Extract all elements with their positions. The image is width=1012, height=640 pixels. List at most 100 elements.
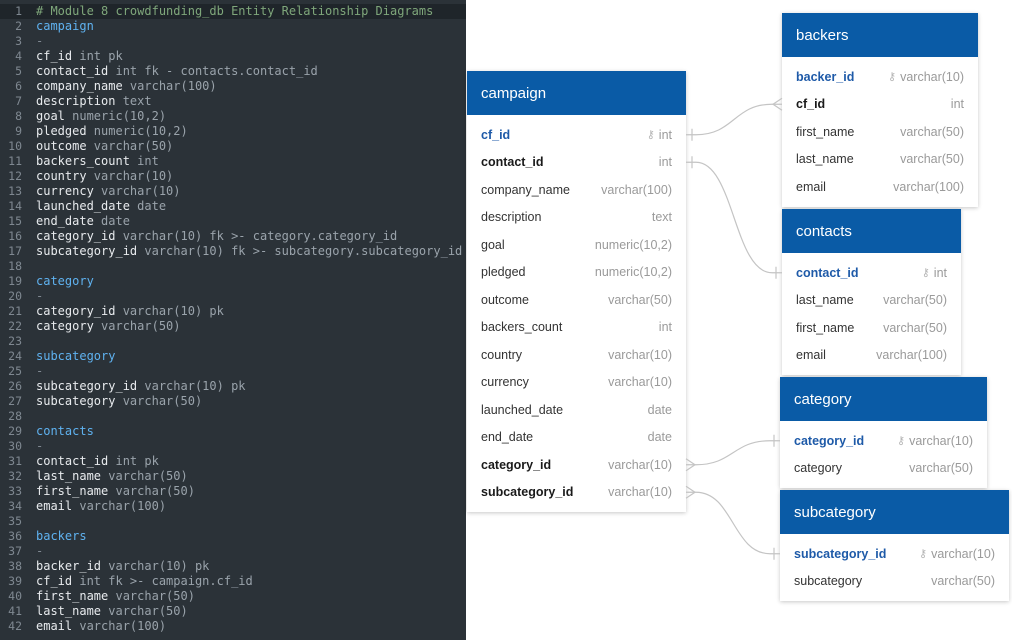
table-row[interactable]: contact_id ⚷ int [782, 259, 961, 287]
code-line[interactable]: 8 goal numeric(10,2) [0, 109, 466, 124]
table-row[interactable]: last_name varchar(50) [782, 287, 961, 315]
table-row[interactable]: country varchar(10) [467, 341, 686, 369]
column-type-value: varchar(50) [931, 574, 995, 589]
table-backers[interactable]: backers backer_id ⚷ varchar(10) cf_id int firs… [782, 13, 978, 207]
code-line[interactable]: 25- [0, 364, 466, 379]
code-line[interactable]: 40 first_name varchar(50) [0, 589, 466, 604]
code-line[interactable]: 16 category_id varchar(10) fk >- category… [0, 229, 466, 244]
code-line[interactable]: 18 [0, 259, 466, 274]
code-text: outcome varchar(50) [36, 139, 173, 154]
table-row[interactable]: pledged numeric(10,2) [467, 259, 686, 287]
code-line[interactable]: 12 country varchar(10) [0, 169, 466, 184]
code-line[interactable]: 27 subcategory varchar(50) [0, 394, 466, 409]
column-name: email [796, 179, 826, 194]
code-line[interactable]: 17 subcategory_id varchar(10) fk >- subca… [0, 244, 466, 259]
code-line[interactable]: 39 cf_id int fk >- campaign.cf_id [0, 574, 466, 589]
table-row[interactable]: category varchar(50) [780, 455, 987, 483]
code-line[interactable]: 1 # Module 8 crowdfunding_db Entity Relat… [0, 4, 466, 19]
table-row[interactable]: cf_id int [782, 91, 978, 119]
code-line[interactable]: 30- [0, 439, 466, 454]
table-row[interactable]: launched_date date [467, 396, 686, 424]
code-line[interactable]: 14 launched_date date [0, 199, 466, 214]
code-token: category [36, 319, 94, 333]
table-header-backers[interactable]: backers [782, 13, 978, 57]
table-header-category[interactable]: category [780, 377, 987, 421]
table-campaign[interactable]: campaign cf_id ⚷ int contact_id int company_na… [467, 71, 686, 512]
table-subcategory[interactable]: subcategory subcategory_id ⚷ varchar(10) sub… [780, 490, 1009, 601]
table-category[interactable]: category category_id ⚷ varchar(10) category v… [780, 377, 987, 488]
table-name-token: contacts [36, 424, 94, 438]
code-line[interactable]: 13 currency varchar(10) [0, 184, 466, 199]
table-row[interactable]: email varchar(100) [782, 342, 961, 370]
code-line[interactable]: 10 outcome varchar(50) [0, 139, 466, 154]
table-row[interactable]: category_id varchar(10) [467, 451, 686, 479]
table-row[interactable]: subcategory_id varchar(10) [467, 479, 686, 507]
table-row[interactable]: goal numeric(10,2) [467, 231, 686, 259]
code-text: - [36, 289, 43, 304]
column-type-value: varchar(50) [883, 293, 947, 308]
table-contacts[interactable]: contacts contact_id ⚷ int last_name varchar(5… [782, 209, 961, 375]
code-token: cf_id [36, 574, 73, 588]
table-row[interactable]: backers_count int [467, 314, 686, 342]
code-line[interactable]: 36 backers [0, 529, 466, 544]
table-name-token: campaign [36, 19, 94, 33]
column-type-value: int [658, 155, 672, 170]
table-row[interactable]: description text [467, 204, 686, 232]
line-number: 3 [15, 34, 22, 48]
line-number: 29 [8, 424, 22, 438]
code-line[interactable]: 23 [0, 334, 466, 349]
code-line[interactable]: 28 [0, 409, 466, 424]
table-row[interactable]: cf_id ⚷ int [467, 121, 686, 149]
table-row[interactable]: currency varchar(10) [467, 369, 686, 397]
table-row[interactable]: first_name varchar(50) [782, 314, 961, 342]
code-line[interactable]: 15 end_date date [0, 214, 466, 229]
table-row[interactable]: contact_id int [467, 149, 686, 177]
table-header-campaign[interactable]: campaign [467, 71, 686, 115]
table-row[interactable]: backer_id ⚷ varchar(10) [782, 63, 978, 91]
code-editor[interactable]: 1 # Module 8 crowdfunding_db Entity Relat… [0, 0, 466, 640]
code-line[interactable]: 35 [0, 514, 466, 529]
code-line[interactable]: 19 category [0, 274, 466, 289]
code-line[interactable]: 20- [0, 289, 466, 304]
code-text: email varchar(100) [36, 499, 166, 514]
table-row[interactable]: first_name varchar(50) [782, 118, 978, 146]
line-number: 15 [8, 214, 22, 228]
code-line[interactable]: 2 campaign [0, 19, 466, 34]
table-row[interactable]: company_name varchar(100) [467, 176, 686, 204]
code-line[interactable]: 4 cf_id int pk [0, 49, 466, 64]
code-line[interactable]: 31 contact_id int pk [0, 454, 466, 469]
code-line[interactable]: 41 last_name varchar(50) [0, 604, 466, 619]
code-line[interactable]: 11 backers_count int [0, 154, 466, 169]
table-header-subcategory[interactable]: subcategory [780, 490, 1009, 534]
code-line[interactable]: 38 backer_id varchar(10) pk [0, 559, 466, 574]
line-number: 9 [15, 124, 22, 138]
line-number: 7 [15, 94, 22, 108]
code-line[interactable]: 5 contact_id int fk - contacts.contact_id [0, 64, 466, 79]
table-header-contacts[interactable]: contacts [782, 209, 961, 253]
code-line[interactable]: 6 company_name varchar(100) [0, 79, 466, 94]
line-number: 39 [8, 574, 22, 588]
table-row[interactable]: subcategory_id ⚷ varchar(10) [780, 540, 1009, 568]
table-row[interactable]: end_date date [467, 424, 686, 452]
table-row[interactable]: email varchar(100) [782, 173, 978, 201]
table-row[interactable]: subcategory varchar(50) [780, 568, 1009, 596]
code-line[interactable]: 33 first_name varchar(50) [0, 484, 466, 499]
table-row[interactable]: category_id ⚷ varchar(10) [780, 427, 987, 455]
code-line[interactable]: 42 email varchar(100) [0, 619, 466, 634]
code-line[interactable]: 26 subcategory_id varchar(10) pk [0, 379, 466, 394]
code-line[interactable]: 3- [0, 34, 466, 49]
code-line[interactable]: 34 email varchar(100) [0, 499, 466, 514]
table-row[interactable]: last_name varchar(50) [782, 146, 978, 174]
code-line[interactable]: 24 subcategory [0, 349, 466, 364]
code-token: varchar(10) pk [101, 559, 210, 573]
code-line[interactable]: 29 contacts [0, 424, 466, 439]
code-line[interactable]: 7 description text [0, 94, 466, 109]
table-row[interactable]: outcome varchar(50) [467, 286, 686, 314]
code-line[interactable]: 32 last_name varchar(50) [0, 469, 466, 484]
code-line[interactable]: 9 pledged numeric(10,2) [0, 124, 466, 139]
column-type: ⚷ int [922, 266, 947, 280]
code-line[interactable]: 21 category_id varchar(10) pk [0, 304, 466, 319]
column-type: ⚷ varchar(10) [897, 434, 973, 448]
code-line[interactable]: 22 category varchar(50) [0, 319, 466, 334]
code-line[interactable]: 37- [0, 544, 466, 559]
